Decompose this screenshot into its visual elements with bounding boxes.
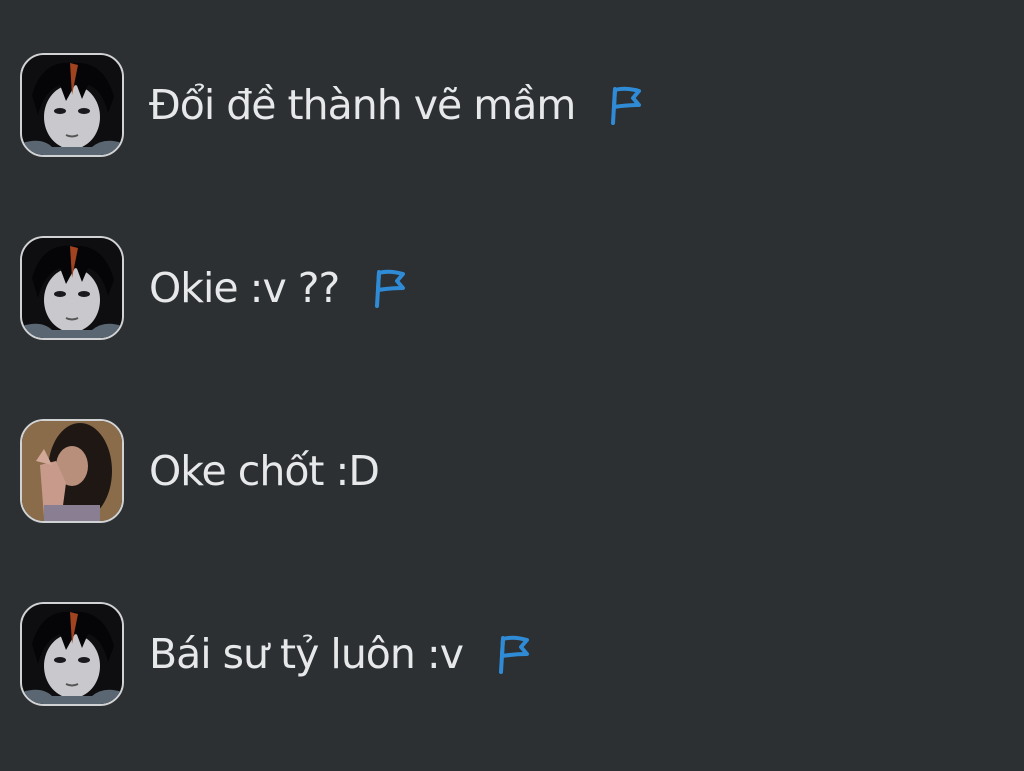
- avatar[interactable]: [20, 53, 124, 157]
- chat-message-list: Đổi đề thành vẽ mầm Okie :v ?? Oke chốt …: [0, 0, 1024, 771]
- message-text: Oke chốt :D: [149, 447, 380, 495]
- message-text: Đổi đề thành vẽ mầm: [149, 81, 576, 129]
- photo-avatar-icon: [22, 421, 122, 521]
- avatar[interactable]: [20, 419, 124, 523]
- chat-message: Okie :v ??: [20, 234, 409, 342]
- flag-icon[interactable]: [493, 632, 533, 676]
- message-text: Okie :v ??: [149, 264, 340, 312]
- chat-message: Oke chốt :D: [20, 417, 380, 525]
- dark-haired-avatar-icon: [22, 238, 122, 338]
- dark-haired-avatar-icon: [22, 55, 122, 155]
- message-text: Bái sư tỷ luôn :v: [149, 630, 464, 678]
- chat-message: Đổi đề thành vẽ mầm: [20, 51, 645, 159]
- chat-message: Bái sư tỷ luôn :v: [20, 600, 533, 708]
- avatar[interactable]: [20, 602, 124, 706]
- avatar[interactable]: [20, 236, 124, 340]
- dark-haired-avatar-icon: [22, 604, 122, 704]
- flag-icon[interactable]: [605, 83, 645, 127]
- flag-icon[interactable]: [369, 266, 409, 310]
